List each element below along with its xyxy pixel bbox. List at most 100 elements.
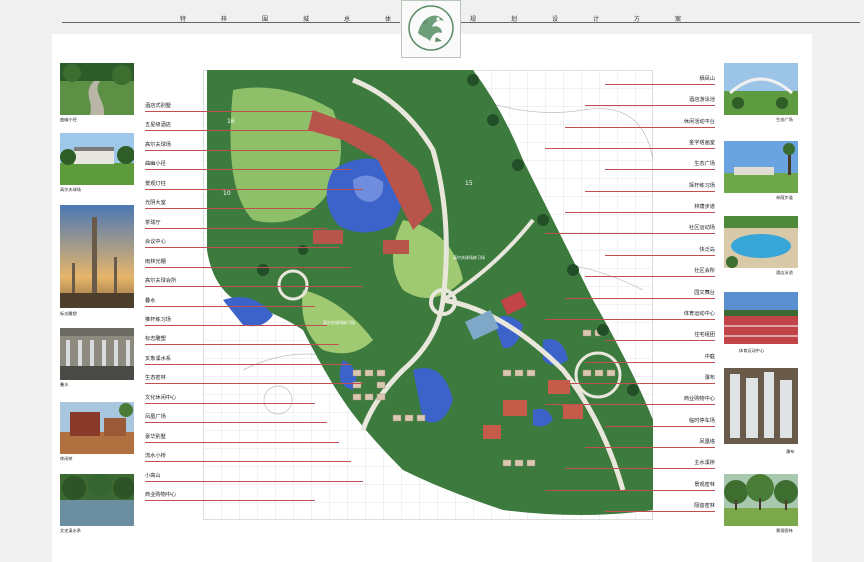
callout-label-right: 挥杆练习场: [689, 183, 715, 189]
photo-water-system: [60, 474, 134, 526]
callout-leader-line: [605, 511, 715, 512]
callout-leader-line: [565, 468, 715, 469]
callout-leader-line: [585, 447, 715, 448]
map-zone-label: 高尔夫球场练习场: [323, 320, 355, 325]
title-char: 案: [675, 16, 682, 23]
callout-label-right: 林荫步道: [694, 204, 715, 210]
callout-label-right: 凤凰塔: [699, 439, 715, 445]
phoenix-emblem-icon: [401, 0, 461, 58]
callout-label-right: 栖凤山: [699, 76, 715, 82]
master-plan-map: 16 10 15 高尔夫球场练习场 高尔夫球场练习场: [202, 69, 654, 521]
callout-label-left: 叠水: [145, 298, 156, 304]
callout-label-right: 住宅组团: [694, 332, 715, 338]
callout-label-right: 金字塔画室: [689, 140, 715, 146]
callout-leader-line: [545, 148, 715, 149]
photo-caption: 休闲茶: [60, 456, 73, 461]
callout-label-left: 雨林光棚: [145, 259, 166, 265]
callout-leader-line: [145, 267, 351, 268]
callout-label-left: 会议中心: [145, 239, 166, 245]
photo-caption: 瀑布: [786, 449, 795, 454]
callout-label-right: 隔音密林: [694, 503, 715, 509]
callout-leader-line: [545, 490, 715, 491]
photo-caption: 叠水: [60, 382, 69, 387]
callout-label-left: 叉象溪水系: [145, 356, 171, 362]
callout-label-right: 休闲活动平台: [683, 119, 715, 125]
title-char: 设: [552, 16, 559, 23]
callout-label-left: 景观灯柱: [145, 181, 166, 187]
callout-leader-line: [565, 298, 715, 299]
callout-label-left: 高尔夫球会所: [145, 278, 177, 284]
photo-caption: 文史溪水系: [60, 528, 81, 533]
title-char: 围: [262, 16, 269, 23]
photo-waterfall: [724, 368, 798, 444]
photo-caption: 体育运动中心: [739, 348, 765, 353]
title-char: 方: [634, 16, 641, 23]
callout-label-left: 生态密林: [145, 375, 166, 381]
callout-leader-line: [145, 383, 363, 384]
map-number: 15: [465, 180, 473, 187]
callout-label-left: 酒店式别墅: [145, 103, 171, 109]
callout-leader-line: [145, 111, 315, 112]
callout-leader-line: [145, 150, 339, 151]
callout-label-right: 主水溪桥: [694, 460, 715, 466]
photo-sports-center: [724, 292, 798, 344]
callout-leader-line: [145, 169, 351, 170]
callout-label-right: 中庭: [704, 354, 715, 360]
map-number: 16: [227, 118, 235, 125]
callout-label-left: 小高山: [145, 473, 161, 479]
callout-label-left: 凤凰广场: [145, 414, 166, 420]
title-char: 计: [593, 16, 600, 23]
callout-label-right: 景观密林: [694, 482, 715, 488]
callout-leader-line: [145, 208, 315, 209]
callout-label-left: 商业购物中心: [145, 492, 177, 498]
photo-caption: 酒店泳池: [776, 270, 793, 275]
callout-label-left: 文化休闲中心: [145, 395, 177, 401]
callout-label-right: 临时停车场: [689, 418, 715, 424]
callout-leader-line: [145, 306, 315, 307]
photo-caption: 曲幽小径: [60, 117, 77, 122]
title-char: 体: [385, 16, 392, 23]
callout-label-left: 茶球厅: [145, 220, 161, 226]
callout-leader-line: [545, 319, 715, 320]
callout-leader-line: [145, 344, 339, 345]
callout-leader-line: [605, 169, 715, 170]
photo-caption: 景观密林: [776, 528, 793, 533]
photo-eco-plaza: [724, 63, 798, 115]
callout-leader-line: [565, 383, 715, 384]
callout-label-left: 推杆练习场: [145, 317, 171, 323]
photo-landscape-woods: [724, 474, 798, 526]
callout-label-right: 园又舞台: [694, 290, 715, 296]
callout-leader-line: [145, 189, 363, 190]
photo-caption: 林荫步道: [776, 195, 793, 200]
callout-leader-line: [145, 481, 363, 482]
callout-label-left: 光阴大室: [145, 200, 166, 206]
title-char: 特: [180, 16, 187, 23]
callout-label-right: 商业购物中心: [683, 396, 715, 402]
photo-golf-course: [60, 133, 134, 185]
callout-leader-line: [605, 426, 715, 427]
map-number: 10: [223, 190, 231, 197]
callout-leader-line: [145, 364, 351, 365]
callout-leader-line: [585, 191, 715, 192]
callout-label-left: 标志雕塑: [145, 336, 166, 342]
callout-leader-line: [145, 130, 327, 131]
title-char: 梓: [221, 16, 228, 23]
header-rule-right: [460, 22, 860, 23]
photo-tree-lined-walk: [724, 141, 798, 193]
photo-winding-path: [60, 63, 134, 115]
photo-cascade: [60, 328, 134, 380]
callout-leader-line: [565, 212, 715, 213]
title-char: 总: [344, 16, 351, 23]
callout-label-left: 曲幽小径: [145, 161, 166, 167]
title-char: 城: [303, 16, 310, 23]
callout-label-left: 五星级酒店: [145, 122, 171, 128]
callout-label-right: 瀑布: [704, 375, 715, 381]
photo-caption: 生态广场: [776, 117, 793, 122]
callout-label-left: 豪华别墅: [145, 434, 166, 440]
callout-leader-line: [605, 255, 715, 256]
photo-hotel-pool: [724, 216, 798, 268]
callout-leader-line: [545, 233, 715, 234]
map-zone-label: 高尔夫球场练习场: [453, 255, 485, 260]
callout-leader-line: [145, 228, 327, 229]
title-char: 规: [470, 16, 477, 23]
